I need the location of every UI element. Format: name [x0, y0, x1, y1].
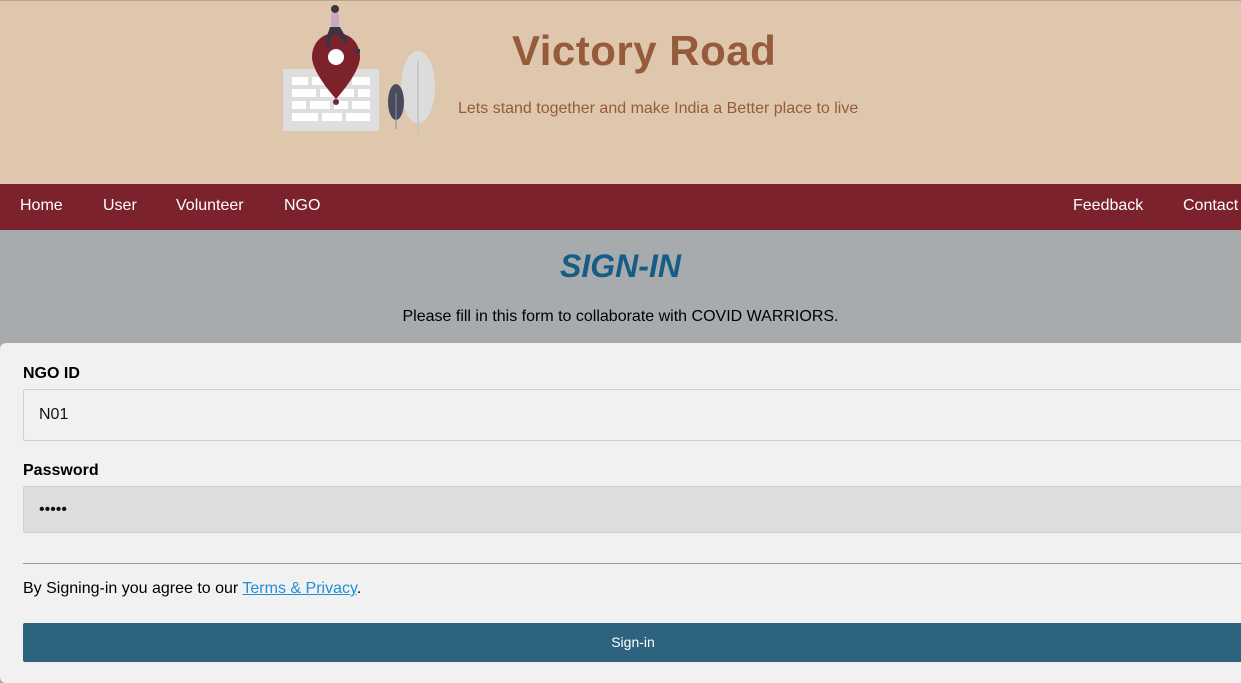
terms-agreement-text: By Signing-in you agree to our Terms & P…: [23, 580, 361, 598]
site-header: Victory Road Lets stand together and mak…: [0, 0, 1241, 184]
ngo-id-input[interactable]: [23, 389, 1241, 441]
nav-user[interactable]: User: [103, 184, 137, 230]
nav-ngo[interactable]: NGO: [284, 184, 320, 230]
site-title: Victory Road: [512, 27, 777, 74]
signin-button[interactable]: Sign-in: [23, 623, 1241, 662]
nav-home[interactable]: Home: [20, 184, 63, 230]
signin-title: SIGN-IN: [560, 248, 681, 284]
password-input[interactable]: [23, 486, 1241, 533]
main-navbar: Home User Volunteer NGO Feedback Contact: [0, 184, 1241, 230]
terms-privacy-link[interactable]: Terms & Privacy: [242, 580, 356, 597]
site-tagline: Lets stand together and make India a Bet…: [458, 100, 859, 117]
form-divider: [23, 563, 1241, 564]
ngo-id-label: NGO ID: [23, 365, 80, 382]
nav-volunteer[interactable]: Volunteer: [176, 184, 244, 230]
map-pin-illustration-icon: [283, 5, 435, 135]
agree-prefix: By Signing-in you agree to our: [23, 580, 243, 597]
password-label: Password: [23, 462, 99, 479]
nav-feedback[interactable]: Feedback: [1073, 184, 1143, 230]
signin-subtitle: Please fill in this form to collaborate …: [402, 308, 839, 325]
agree-suffix: .: [356, 580, 362, 597]
nav-contact[interactable]: Contact: [1183, 184, 1238, 230]
